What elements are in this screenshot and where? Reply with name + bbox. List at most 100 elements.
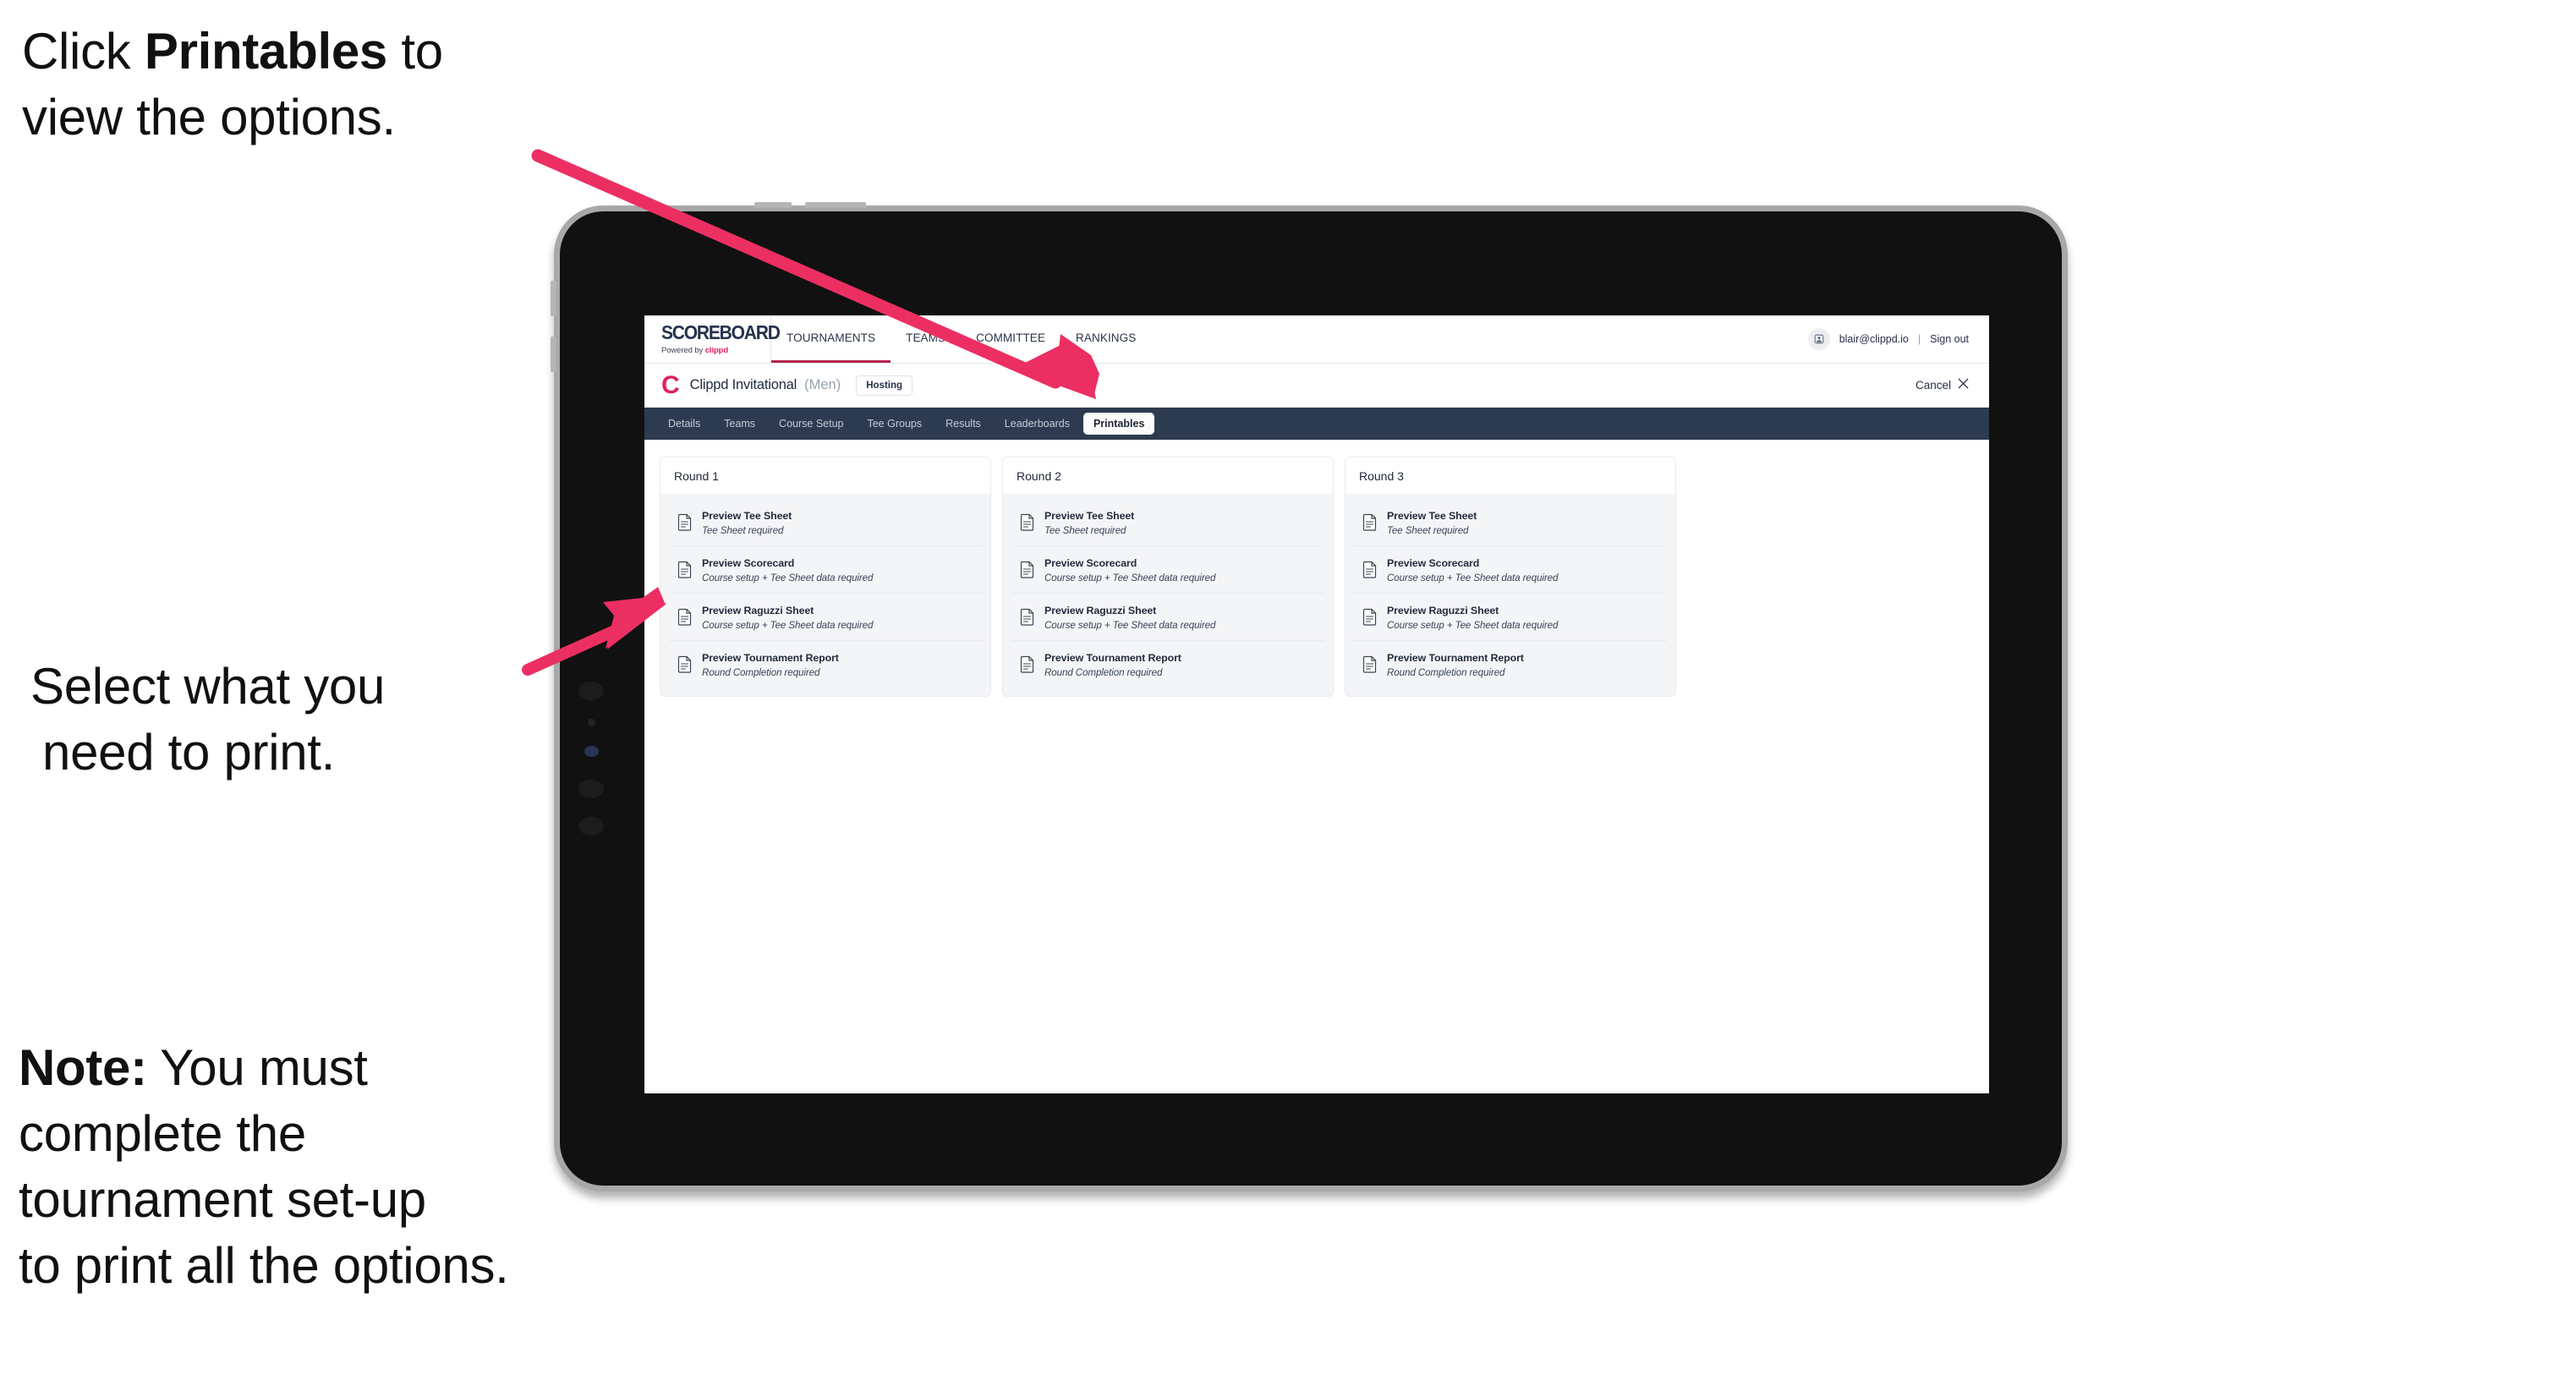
tab-course-setup[interactable]: Course Setup — [769, 413, 853, 435]
printable-row-scorecard[interactable]: Preview Scorecard Course setup + Tee She… — [1354, 546, 1667, 594]
printable-row-scorecard[interactable]: Preview Scorecard Course setup + Tee She… — [1011, 546, 1324, 594]
printable-row-raguzzi-sheet[interactable]: Preview Raguzzi Sheet Course setup + Tee… — [1011, 594, 1324, 641]
printable-row-raguzzi-sheet[interactable]: Preview Raguzzi Sheet Course setup + Tee… — [669, 594, 982, 641]
printable-row-tee-sheet[interactable]: Preview Tee Sheet Tee Sheet required — [669, 499, 982, 546]
device-top-button-b — [805, 202, 866, 208]
nav-item-tournaments[interactable]: TOURNAMENTS — [771, 315, 891, 363]
document-icon — [1020, 513, 1035, 531]
device-sensor-dot-4 — [578, 780, 604, 798]
document-icon — [1362, 561, 1378, 578]
printable-title: Preview Tee Sheet — [702, 510, 792, 522]
printable-row-raguzzi-sheet[interactable]: Preview Raguzzi Sheet Course setup + Tee… — [1354, 594, 1667, 641]
logo-wordmark: SCOREBOARD — [661, 321, 781, 343]
printable-requirement: Course setup + Tee Sheet data required — [1044, 572, 1216, 583]
printable-title: Preview Scorecard — [1044, 557, 1137, 569]
device-top-button-a — [754, 202, 792, 208]
clippd-brand-mark-icon: C — [661, 370, 680, 399]
round-column-2: Round 2 Preview Tee Sheet Tee Sheet requ… — [1002, 457, 1334, 697]
document-icon — [677, 513, 693, 531]
round-items-3: Preview Tee Sheet Tee Sheet required Pre… — [1346, 494, 1675, 696]
tablet-device-frame: SCOREBOARD Powered by clippd TOURNAMENTS… — [551, 202, 2068, 1192]
printable-requirement: Tee Sheet required — [1387, 525, 1469, 536]
cancel-label: Cancel — [1915, 379, 1951, 392]
site-header: SCOREBOARD Powered by clippd TOURNAMENTS… — [644, 315, 1989, 364]
logo-tagline: Powered by clippd — [661, 346, 770, 355]
sign-out-link[interactable]: Sign out — [1930, 333, 1969, 345]
round-column-3: Round 3 Preview Tee Sheet Tee Sheet requ… — [1345, 457, 1676, 697]
round-items-1: Preview Tee Sheet Tee Sheet required Pre… — [660, 494, 990, 696]
annotation-click-prefix: Click — [22, 23, 145, 79]
device-sensor-dot-2 — [588, 719, 595, 726]
printable-requirement: Tee Sheet required — [1044, 525, 1126, 536]
tournament-gender: (Men) — [804, 377, 841, 392]
tab-results[interactable]: Results — [935, 413, 991, 435]
document-icon — [677, 561, 693, 578]
round-column-1: Round 1 Preview Tee Sheet Tee Sheet requ… — [660, 457, 991, 697]
printable-row-tournament-report[interactable]: Preview Tournament Report Round Completi… — [669, 641, 982, 688]
device-volume-down-button — [551, 337, 556, 372]
tab-teams[interactable]: Teams — [714, 413, 765, 435]
printable-row-tee-sheet[interactable]: Preview Tee Sheet Tee Sheet required — [1011, 499, 1324, 546]
nav-item-rankings[interactable]: RANKINGS — [1061, 315, 1151, 363]
annotation-select-line2: need to print. — [42, 724, 336, 781]
printable-title: Preview Tournament Report — [702, 652, 839, 664]
nav-item-committee[interactable]: COMMITTEE — [961, 315, 1061, 363]
cancel-button[interactable]: Cancel — [1916, 378, 1969, 392]
round-title: Round 2 — [1003, 457, 1333, 494]
printable-row-tournament-report[interactable]: Preview Tournament Report Round Completi… — [1011, 641, 1324, 688]
document-icon — [1362, 513, 1378, 531]
document-icon — [1362, 608, 1378, 626]
annotation-click-printables: Click Printables to view the options. — [22, 19, 597, 151]
printable-title: Preview Tee Sheet — [1387, 510, 1477, 522]
printable-title: Preview Raguzzi Sheet — [1387, 605, 1499, 616]
printable-title: Preview Raguzzi Sheet — [702, 605, 814, 616]
logo-tagline-prefix: Powered by — [661, 345, 705, 355]
page-root: Click Printables to view the options. Se… — [0, 0, 2576, 1386]
printable-title: Preview Scorecard — [702, 557, 795, 569]
printable-requirement: Round Completion required — [1387, 667, 1505, 678]
device-camera-lens — [584, 746, 599, 757]
document-icon — [677, 608, 693, 626]
printable-title: Preview Tee Sheet — [1044, 510, 1135, 522]
tab-printables[interactable]: Printables — [1082, 413, 1155, 435]
annotation-select-line1: Select what you — [30, 658, 386, 715]
logo-tagline-brand: clippd — [704, 345, 729, 355]
round-items-2: Preview Tee Sheet Tee Sheet required Pre… — [1003, 494, 1333, 696]
document-icon — [677, 655, 693, 673]
printable-row-scorecard[interactable]: Preview Scorecard Course setup + Tee She… — [669, 546, 982, 594]
printable-row-tee-sheet[interactable]: Preview Tee Sheet Tee Sheet required — [1354, 499, 1667, 546]
document-icon — [1020, 608, 1035, 626]
user-avatar-icon[interactable] — [1807, 328, 1830, 350]
document-icon — [1020, 561, 1035, 578]
tab-details[interactable]: Details — [658, 413, 710, 435]
printable-requirement: Course setup + Tee Sheet data required — [1044, 620, 1216, 631]
scoreboard-logo[interactable]: SCOREBOARD Powered by clippd — [644, 315, 781, 363]
tab-leaderboards[interactable]: Leaderboards — [995, 413, 1080, 435]
tab-tee-groups[interactable]: Tee Groups — [857, 413, 932, 435]
annotation-select-print: Select what you need to print. — [30, 654, 572, 786]
annotation-note-bold: Note: — [19, 1039, 147, 1096]
nav-item-teams[interactable]: TEAMS — [891, 315, 961, 363]
printable-requirement: Round Completion required — [702, 667, 820, 678]
printable-requirement: Course setup + Tee Sheet data required — [702, 572, 874, 583]
document-icon — [1362, 655, 1378, 673]
round-title: Round 1 — [660, 457, 990, 494]
printable-requirement: Round Completion required — [1044, 667, 1163, 678]
close-x-icon — [1958, 378, 1969, 392]
printable-title: Preview Raguzzi Sheet — [1044, 605, 1157, 616]
account-email: blair@clippd.io — [1839, 333, 1909, 345]
device-sensor-dot-5 — [578, 817, 604, 835]
hosting-badge[interactable]: Hosting — [856, 375, 913, 396]
printable-row-tournament-report[interactable]: Preview Tournament Report Round Completi… — [1354, 641, 1667, 688]
tablet-screen: SCOREBOARD Powered by clippd TOURNAMENTS… — [644, 315, 1989, 1093]
printable-title: Preview Tournament Report — [1387, 652, 1524, 664]
annotation-click-bold: Printables — [144, 23, 387, 79]
printable-requirement: Course setup + Tee Sheet data required — [702, 620, 874, 631]
document-icon — [1020, 655, 1035, 673]
device-sensor-dot-1 — [578, 682, 604, 700]
round-title: Round 3 — [1346, 457, 1675, 494]
tournament-header: C Clippd Invitational (Men) Hosting Canc… — [644, 364, 1989, 408]
account-area: blair@clippd.io | Sign out — [1807, 315, 1989, 363]
printables-content: Round 1 Preview Tee Sheet Tee Sheet requ… — [644, 440, 1989, 1093]
printable-requirement: Tee Sheet required — [702, 525, 784, 536]
